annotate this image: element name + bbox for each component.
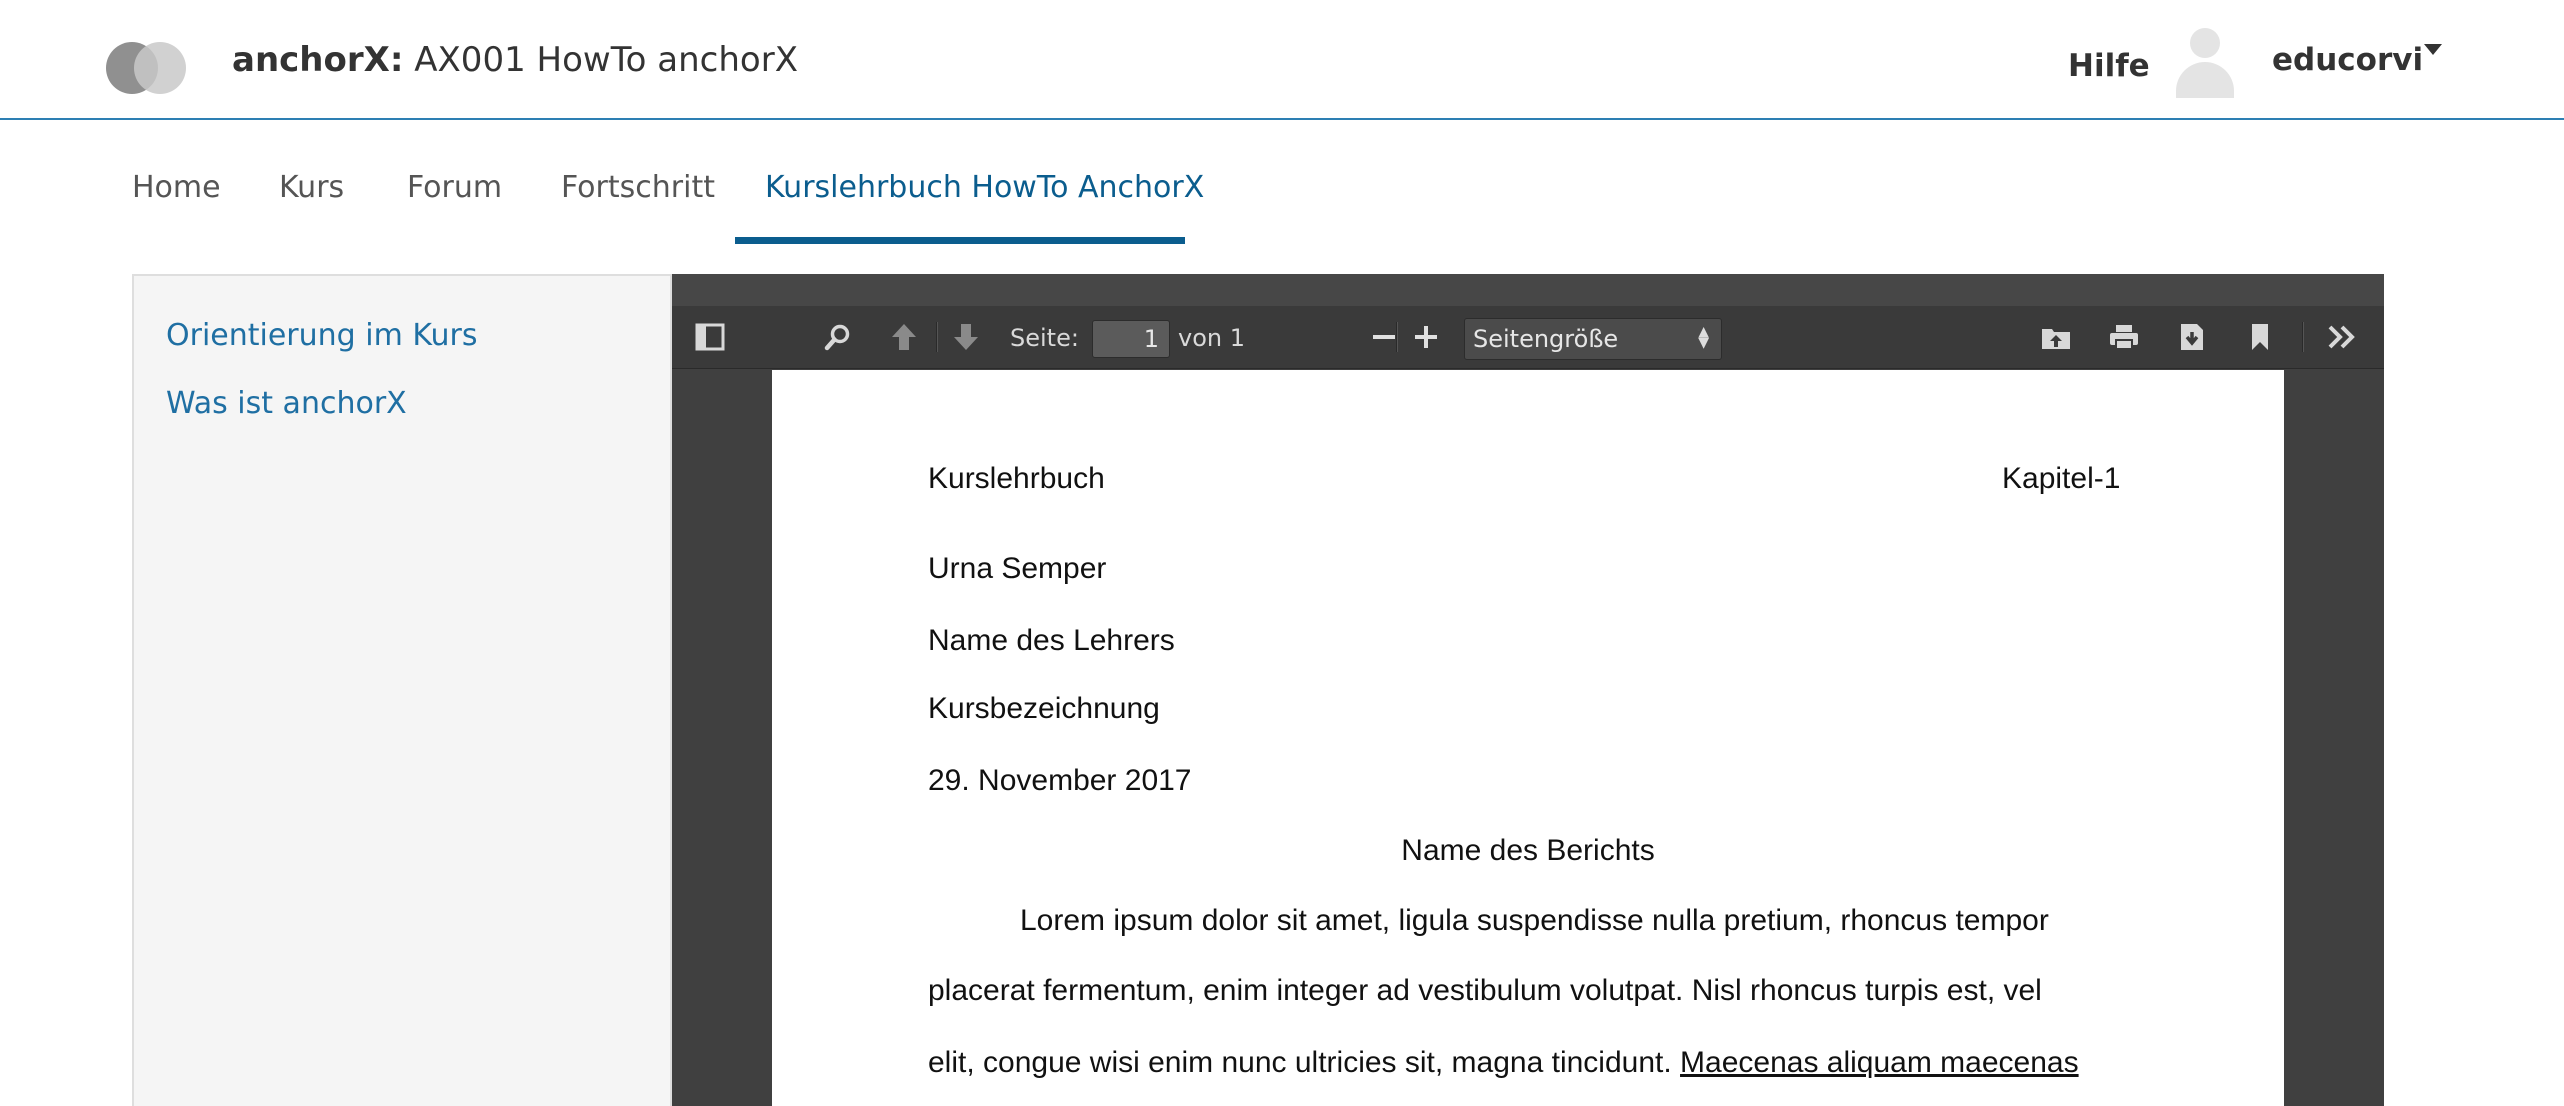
print-icon[interactable] <box>2104 306 2144 368</box>
doc-course: Kursbezeichnung <box>928 692 1160 725</box>
open-file-icon[interactable] <box>2036 306 2076 368</box>
tab-home[interactable]: Home <box>132 170 221 205</box>
doc-paragraph-line-2: placerat fermentum, enim integer ad vest… <box>928 974 2042 1007</box>
textbook-sidebar: Orientierung im Kurs Was ist anchorX <box>132 274 672 1106</box>
help-link[interactable]: Hilfe <box>2068 48 2150 84</box>
username[interactable]: educorvi <box>2272 42 2423 78</box>
zoom-select-value: Seitengröße <box>1473 325 1619 353</box>
tab-kurs[interactable]: Kurs <box>279 170 344 205</box>
logo[interactable] <box>106 40 188 96</box>
tab-kurslehrbuch[interactable]: Kurslehrbuch HowTo AnchorX <box>765 170 1204 205</box>
page-number-input[interactable]: 1 <box>1092 320 1170 358</box>
doc-header-left: Kurslehrbuch <box>928 462 1105 495</box>
site-header: anchorX: AX001 HowTo anchorX Hilfe educo… <box>0 0 2564 120</box>
doc-date: 29. November 2017 <box>928 764 1192 797</box>
brand-name: anchorX: <box>232 40 404 80</box>
sidebar-item-was-ist-anchorx[interactable]: Was ist anchorX <box>166 386 407 421</box>
page-total: von 1 <box>1178 324 1245 352</box>
doc-header-right: Kapitel-1 <box>2002 462 2121 495</box>
doc-paragraph-line-3: elit, congue wisi enim nunc ultricies si… <box>928 1046 2079 1080</box>
tab-fortschritt[interactable]: Fortschritt <box>561 170 715 205</box>
avatar[interactable] <box>2172 28 2238 98</box>
pdf-page: Kurslehrbuch Kapitel-1 Urna Semper Name … <box>772 370 2284 1106</box>
doc-author: Urna Semper <box>928 552 1107 585</box>
viewer-top-strip <box>672 274 2384 306</box>
course-title: anchorX: AX001 HowTo anchorX <box>232 40 798 80</box>
zoom-in-icon[interactable] <box>1406 306 1446 368</box>
page-label: Seite: <box>1010 324 1079 352</box>
search-icon[interactable] <box>818 306 858 368</box>
chevron-down-icon[interactable] <box>2424 44 2442 55</box>
doc-teacher: Name des Lehrers <box>928 624 1175 657</box>
pdf-toolbar: Seite: 1 von 1 Seitengröße ▲ ▼ <box>672 306 2384 369</box>
bookmark-icon[interactable] <box>2240 306 2280 368</box>
course-name: AX001 HowTo anchorX <box>403 40 798 80</box>
doc-title: Name des Berichts <box>1401 834 1655 867</box>
zoom-out-icon[interactable] <box>1364 306 1404 368</box>
sidebar-toggle-icon[interactable] <box>690 306 730 368</box>
zoom-select[interactable]: Seitengröße ▲ ▼ <box>1464 318 1722 360</box>
next-page-icon[interactable] <box>946 306 986 368</box>
previous-page-icon[interactable] <box>884 306 924 368</box>
doc-line-3-text: elit, congue wisi enim nunc ultricies si… <box>928 1046 1681 1079</box>
download-icon[interactable] <box>2172 306 2212 368</box>
tools-icon[interactable] <box>2322 306 2362 368</box>
sidebar-item-orientierung[interactable]: Orientierung im Kurs <box>166 318 478 353</box>
active-tab-indicator <box>735 237 1185 244</box>
doc-link[interactable]: Maecenas aliquam maecenas <box>1680 1046 2079 1079</box>
tab-forum[interactable]: Forum <box>407 170 502 205</box>
select-arrows-icon: ▲ ▼ <box>1698 324 1709 351</box>
logo-circle-light <box>134 42 186 94</box>
doc-paragraph-line-1: Lorem ipsum dolor sit amet, ligula suspe… <box>1020 904 2049 937</box>
pdf-viewer: Seite: 1 von 1 Seitengröße ▲ ▼ Kurslehrb… <box>672 274 2384 1106</box>
